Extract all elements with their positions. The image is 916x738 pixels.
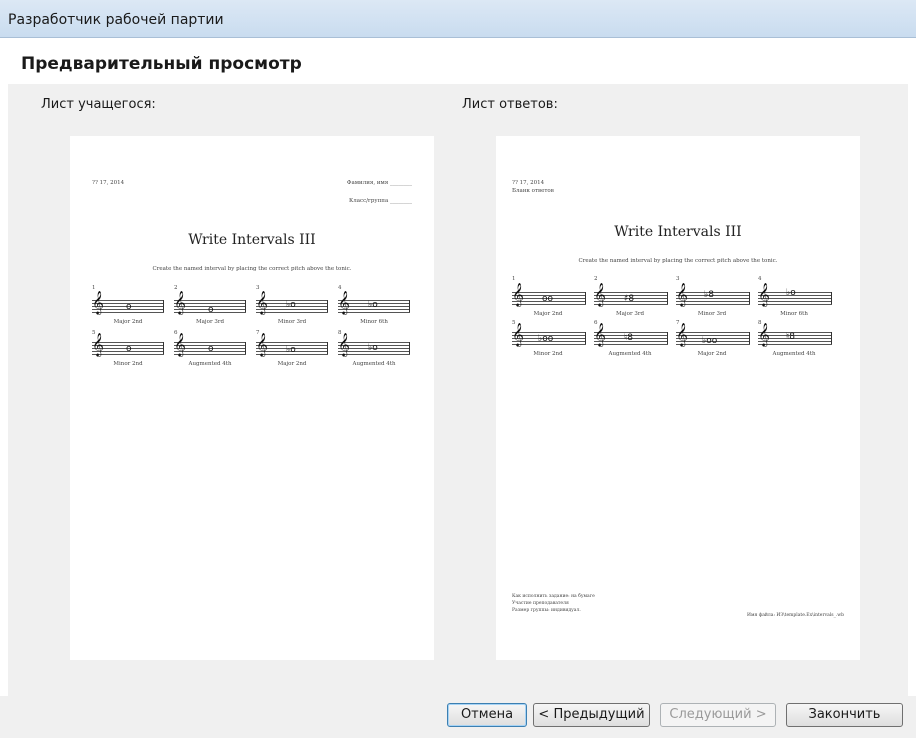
treble-clef-icon: 𝄞 — [338, 332, 350, 356]
music-staff: 𝄞 ♭o — [256, 334, 328, 355]
treble-clef-icon: 𝄞 — [338, 290, 350, 314]
interval-label: Minor 3rd — [697, 311, 727, 317]
answer-sheet-label: Лист ответов: — [462, 97, 558, 112]
note-icon: o — [126, 302, 132, 312]
treble-clef-icon: 𝄞 — [92, 332, 104, 356]
interval-label: Major 2nd — [697, 351, 727, 357]
wizard-body: Лист учащегося: Лист ответов: ?? 17, 201… — [8, 84, 908, 696]
interval-label: Minor 6th — [780, 311, 808, 317]
treble-clef-icon: 𝄞 — [594, 282, 606, 306]
note-icon: oo — [542, 294, 554, 304]
note-icon: ♭o — [368, 343, 378, 353]
treble-clef-icon: 𝄞 — [174, 290, 186, 314]
interval-label: Augmented 4th — [188, 361, 232, 367]
treble-clef-icon: 𝄞 — [174, 332, 186, 356]
window-titlebar: Разработчик рабочей партии — [0, 0, 916, 38]
interval-label: Augmented 4th — [352, 361, 396, 367]
next-button[interactable]: Следующий > — [660, 703, 776, 727]
music-staff: 𝄞 o — [174, 334, 246, 355]
music-staff: 𝄞 oo — [512, 284, 586, 305]
answer-footer-line: Участие преподавателя — [512, 601, 569, 606]
page-title: Предварительный просмотр — [21, 54, 302, 74]
answer-date: ?? 17, 2014 — [512, 180, 545, 186]
student-date: ?? 17, 2014 — [92, 180, 125, 186]
answer-sheet-title: Write Intervals III — [614, 224, 742, 240]
music-staff: 𝄞 ♭o — [758, 284, 832, 305]
note-icon: ♭8 — [704, 290, 714, 300]
interval-label: Minor 2nd — [533, 351, 563, 357]
answer-footer-line: Размер группы: индивидуал. — [512, 608, 581, 613]
previous-button[interactable]: < Предыдущий — [533, 703, 650, 727]
note-icon: ♭oo — [538, 334, 554, 344]
music-staff: 𝄞 o — [174, 292, 246, 315]
treble-clef-icon: 𝄞 — [256, 290, 268, 314]
music-staff: 𝄞 ♮8 — [758, 324, 832, 345]
treble-clef-icon: 𝄞 — [256, 332, 268, 356]
interval-label: Major 2nd — [533, 311, 563, 317]
student-sheet-label: Лист учащегося: — [41, 97, 156, 112]
answer-sheet-preview[interactable]: ?? 17, 2014 Бланк ответов Write Interval… — [496, 136, 860, 660]
music-staff: 𝄞 ♯8 — [594, 284, 668, 305]
answer-instruction: Create the named interval by placing the… — [578, 258, 778, 264]
wizard-header: Предварительный просмотр — [8, 38, 908, 85]
music-staff: 𝄞 ♭oo — [676, 324, 750, 346]
music-staff: 𝄞 o — [92, 334, 164, 355]
note-icon: ♮8 — [786, 332, 795, 342]
interval-label: Major 2nd — [113, 319, 143, 325]
interval-label: Minor 3rd — [277, 319, 307, 325]
finish-button[interactable]: Закончить — [786, 703, 903, 727]
treble-clef-icon: 𝄞 — [758, 322, 770, 346]
treble-clef-icon: 𝄞 — [758, 282, 770, 306]
treble-clef-icon: 𝄞 — [92, 290, 104, 314]
note-icon: ♭o — [368, 300, 378, 310]
student-name-field: Фамилия, имя ________ — [346, 180, 412, 186]
music-staff: 𝄞 ♭o — [256, 292, 328, 313]
note-icon: ♭oo — [702, 336, 718, 346]
note-icon: o — [126, 344, 132, 354]
interval-label: Minor 6th — [360, 319, 388, 325]
interval-label: Major 3rd — [616, 311, 644, 317]
answer-footer-line: Как исполнить задание: на бумаге — [512, 594, 595, 599]
window-title: Разработчик рабочей партии — [8, 12, 224, 28]
treble-clef-icon: 𝄞 — [512, 282, 524, 306]
note-icon: o — [208, 305, 214, 315]
note-icon: ♭o — [286, 300, 296, 310]
answer-footer-filename: Имя файла: ИЗ\template.Ex\intervals_.wb — [747, 613, 844, 618]
interval-label: Major 2nd — [277, 361, 307, 367]
treble-clef-icon: 𝄞 — [594, 322, 606, 346]
music-staff: 𝄞 ♮8 — [594, 324, 668, 345]
treble-clef-icon: 𝄞 — [676, 322, 688, 346]
answer-subtitle: Бланк ответов — [512, 188, 554, 194]
interval-label: Minor 2nd — [113, 361, 143, 367]
music-staff: 𝄞 ♭o — [338, 292, 410, 313]
note-icon: ♮8 — [624, 333, 633, 343]
music-staff: 𝄞 ♭8 — [676, 284, 750, 305]
student-class-field: Класс/группа ________ — [348, 198, 412, 204]
interval-label: Augmented 4th — [608, 351, 652, 357]
student-sheet-title: Write Intervals III — [188, 232, 316, 248]
music-staff: 𝄞 ♭oo — [512, 324, 586, 345]
note-icon: o — [208, 344, 214, 354]
treble-clef-icon: 𝄞 — [676, 282, 688, 306]
note-icon: ♭o — [286, 345, 296, 355]
cancel-button[interactable]: Отмена — [447, 703, 527, 727]
interval-label: Major 3rd — [196, 319, 224, 325]
note-icon: ♯8 — [624, 294, 635, 304]
treble-clef-icon: 𝄞 — [512, 322, 524, 346]
student-sheet-preview[interactable]: ?? 17, 2014 Фамилия, имя ________ Класс/… — [70, 136, 434, 660]
music-staff: 𝄞 o — [92, 292, 164, 313]
music-staff: 𝄞 ♭o — [338, 334, 410, 355]
interval-label: Augmented 4th — [772, 351, 816, 357]
student-instruction: Create the named interval by placing the… — [152, 266, 352, 272]
note-icon: ♭o — [786, 288, 796, 298]
